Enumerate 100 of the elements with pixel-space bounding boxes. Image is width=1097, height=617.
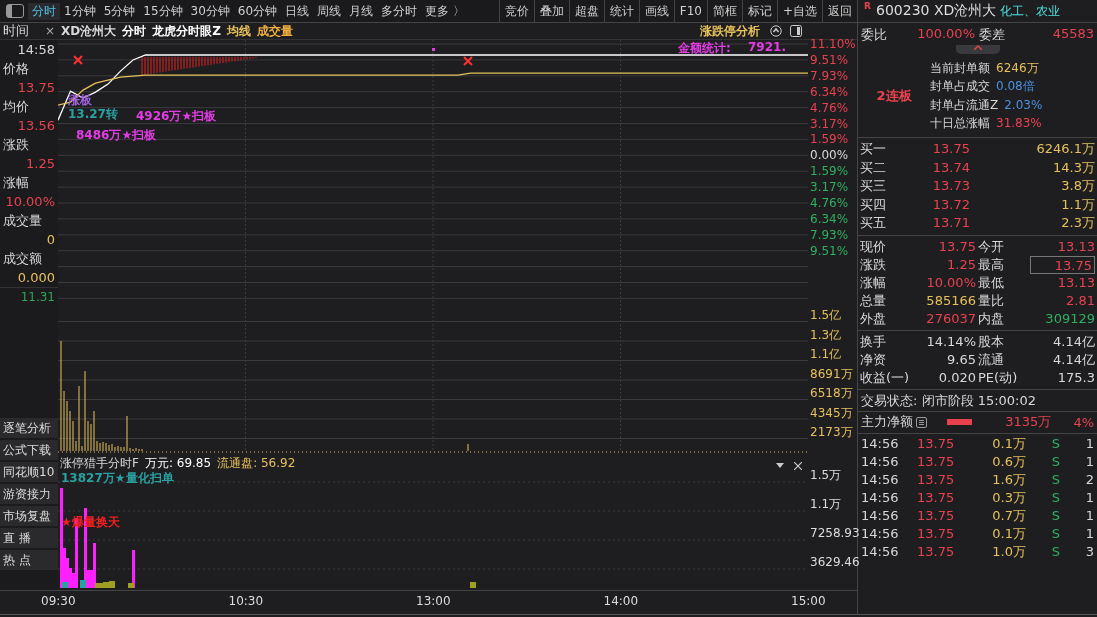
y-tick-label: 1.59% — [810, 163, 849, 180]
axis-label: 1.1亿 — [810, 346, 843, 363]
axis-label: 1.5亿 — [810, 307, 843, 324]
net-flow-bar — [947, 419, 972, 425]
period-tab[interactable]: 60分钟 — [233, 2, 282, 20]
tick-count: 1 — [1084, 524, 1094, 543]
field-value: 13.13 — [1056, 273, 1095, 292]
field-label: 均价 — [2, 98, 30, 116]
toolbar-button[interactable]: 超盘 — [568, 0, 604, 22]
tick-count: 1 — [1084, 434, 1094, 453]
chevron-up-icon — [973, 45, 982, 50]
chart-annotation: 13827万★量化扫单 — [61, 470, 174, 487]
toolbar-button[interactable]: 简框 — [706, 0, 742, 22]
tick-time: 14:56 — [861, 470, 900, 489]
field-value: 0.020 — [937, 368, 976, 387]
toolbar-button[interactable]: 标记 — [741, 0, 777, 22]
toolbar-button[interactable]: 画线 — [638, 0, 674, 22]
y-tick-label: 7.93% — [810, 226, 849, 243]
field-value: 100.00% — [916, 26, 975, 43]
y-tick-label: 9.51% — [810, 51, 849, 68]
field-label: 委比 — [861, 26, 888, 44]
tick-price: 13.75 — [917, 452, 956, 471]
field-value: 14:58 — [16, 41, 56, 59]
period-tab[interactable]: 更多 〉 — [421, 2, 469, 20]
field-value: 10.00% — [925, 273, 976, 292]
toolbar-button[interactable]: F10 — [673, 0, 707, 22]
bid-volume: 1.1万 — [1060, 195, 1095, 214]
close-icon[interactable] — [794, 462, 802, 470]
stock-title: 600230 XD沧州大 — [876, 2, 997, 20]
toolbar-button[interactable]: 统计 — [603, 0, 639, 22]
board-count: 2连板 — [875, 86, 913, 105]
info-label: 十日总涨幅 — [930, 116, 990, 130]
info-label: 当前封单额 — [930, 60, 990, 75]
y-tick-label: 0.00% — [810, 147, 849, 164]
period-tab[interactable]: 1分钟 — [60, 2, 100, 20]
panel-toggle-icon[interactable] — [6, 4, 24, 18]
field-value: 1.25 — [946, 255, 976, 274]
tick-time: 14:56 — [861, 434, 900, 453]
field-value: 0.000 — [16, 269, 56, 287]
side-button[interactable]: 游资接力 — [0, 484, 58, 504]
field-value: 4.14亿 — [1052, 350, 1095, 369]
chart-annotation: 4926万★扫板 — [136, 108, 217, 125]
bid-label: 买三 — [860, 177, 887, 195]
period-tab[interactable]: 15分钟 — [139, 2, 187, 20]
tick-price: 13.75 — [917, 524, 956, 543]
period-tab[interactable]: 30分钟 — [186, 2, 234, 20]
sector-link[interactable]: 化工、农业 — [1000, 2, 1061, 20]
side-button[interactable]: 直 播 — [0, 528, 58, 548]
close-button[interactable]: × — [44, 24, 55, 38]
field-value: 0 — [45, 231, 56, 249]
field-label: 涨幅 — [2, 174, 30, 192]
list-icon[interactable] — [916, 416, 927, 428]
field-label: 现价 — [860, 237, 887, 256]
y-tick-label: 11.10% — [810, 36, 856, 52]
period-tab[interactable]: 多分时 — [377, 2, 422, 20]
field-value: 10.00% — [4, 193, 56, 211]
toolbar-button[interactable]: 返回 — [822, 0, 857, 22]
period-tab[interactable]: 日线 — [281, 2, 314, 20]
toolbar-button[interactable]: 叠加 — [533, 0, 569, 22]
period-tab[interactable]: 周线 — [313, 2, 346, 20]
toolbar-button[interactable]: 竞价 — [498, 0, 534, 22]
chart-header-label: 分时 — [122, 22, 147, 40]
field-label: 股本 — [978, 332, 1005, 351]
tick-volume: 0.1万 — [991, 434, 1026, 453]
field-value: 13.13 — [1056, 237, 1095, 256]
field-value: 4% — [1073, 414, 1094, 430]
info-value: 31.83% — [996, 116, 1042, 130]
toolbar-button[interactable]: +自选 — [776, 0, 822, 22]
axis-label: 6518万 — [810, 385, 854, 402]
y-tick-label: 1.59% — [810, 131, 849, 148]
analysis-link[interactable]: 涨跌停分析 — [700, 22, 760, 40]
upload-icon[interactable] — [770, 25, 782, 37]
dropdown-icon[interactable] — [776, 463, 784, 469]
period-tab[interactable]: 5分钟 — [99, 2, 140, 20]
period-tab[interactable]: 分时 — [28, 2, 60, 20]
period-tab[interactable]: 月线 — [345, 2, 378, 20]
axis-label: 11.31 — [0, 287, 58, 306]
field-label: 内盘 — [978, 309, 1005, 328]
panel-toggle-icon[interactable] — [790, 25, 802, 37]
field-value: 175.3 — [1056, 368, 1095, 387]
side-button[interactable]: 热 点 — [0, 550, 58, 570]
side-button[interactable]: 市场复盘 — [0, 506, 58, 526]
side-button[interactable]: 公式下载 — [0, 440, 58, 460]
tick-volume: 0.1万 — [991, 524, 1026, 543]
tick-price: 13.75 — [917, 506, 956, 525]
info-value: 6246万 — [996, 60, 1039, 75]
field-label: 换手 — [860, 332, 887, 351]
axis-label: 4345万 — [810, 404, 854, 422]
tick-count: 3 — [1084, 542, 1094, 561]
time-label: 09:30 — [41, 594, 76, 608]
tick-volume: 1.0万 — [991, 542, 1026, 561]
y-tick-label: 3.17% — [810, 115, 849, 132]
side-button[interactable]: 逐笔分析 — [0, 418, 58, 438]
field-label: 量比 — [978, 291, 1005, 310]
chart-header-label: 龙虎分时眼Z — [152, 22, 221, 40]
bid-label: 买四 — [860, 195, 887, 214]
y-tick-label: 3.17% — [810, 179, 849, 196]
side-button[interactable]: 同花顺10 — [0, 462, 58, 482]
chart-annotation: 7921. — [748, 40, 786, 54]
field-value: 45583 — [1051, 26, 1094, 43]
